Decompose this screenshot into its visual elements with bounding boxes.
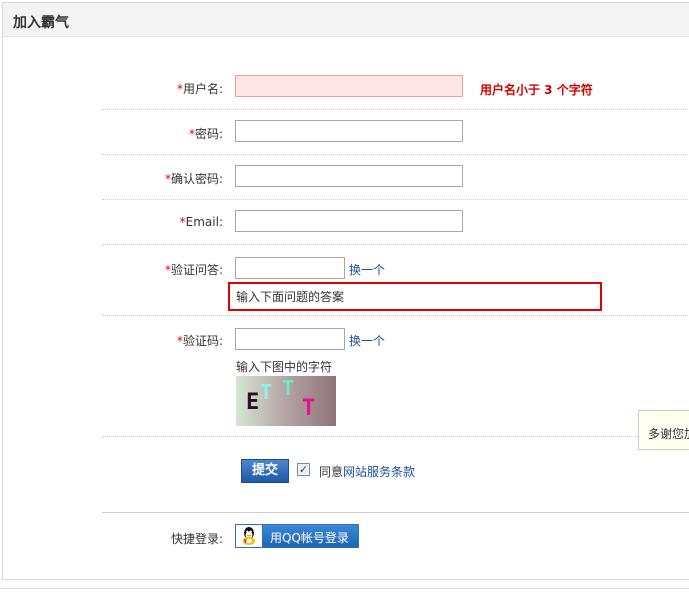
captcha-char: T — [260, 380, 273, 404]
agree-checkbox[interactable]: ✓ — [297, 463, 310, 476]
email-label: *Email: — [179, 215, 223, 229]
tooltip-text: 多谢您加 — [648, 427, 689, 441]
quick-login-label: 快捷登录: — [170, 532, 223, 546]
password-label: *密码: — [188, 127, 223, 141]
confirm-password-input[interactable] — [235, 165, 463, 187]
username-error-text: 用户名小于 3 个字符 — [480, 83, 593, 97]
qq-icon — [236, 525, 263, 547]
divider — [102, 512, 689, 513]
captcha-char: E — [246, 390, 260, 415]
change-question-link[interactable]: 换一个 — [349, 261, 385, 278]
email-input[interactable] — [235, 210, 463, 232]
bottom-divider — [0, 588, 689, 589]
highlight-box — [228, 282, 602, 311]
submit-button[interactable]: 提交 — [241, 459, 289, 483]
username-label: *用户名: — [176, 82, 223, 96]
security-answer-input[interactable] — [235, 257, 345, 279]
captcha-image[interactable]: E T T T — [236, 376, 336, 426]
captcha-char: T — [282, 376, 295, 400]
captcha-char: T — [302, 396, 316, 421]
terms-link[interactable]: 网站服务条款 — [343, 465, 415, 479]
captcha-hint: 输入下图中的字符 — [236, 360, 333, 374]
tooltip: 多谢您加 — [638, 410, 689, 450]
agree-text: 同意网站服务条款 — [319, 465, 416, 479]
captcha-label: *验证码: — [176, 334, 223, 348]
security-question-label: *验证问答: — [164, 263, 223, 277]
qq-login-text: 用QQ帐号登录 — [270, 531, 349, 545]
password-input[interactable] — [235, 120, 463, 142]
username-input[interactable] — [235, 75, 463, 97]
qq-login-button[interactable]: 用QQ帐号登录 — [235, 524, 359, 548]
panel-header: 加入霸气 — [3, 3, 689, 37]
page-title: 加入霸气 — [13, 15, 69, 31]
change-captcha-link[interactable]: 换一个 — [349, 332, 385, 349]
captcha-input[interactable] — [235, 328, 345, 350]
confirm-password-label: *确认密码: — [164, 172, 223, 186]
